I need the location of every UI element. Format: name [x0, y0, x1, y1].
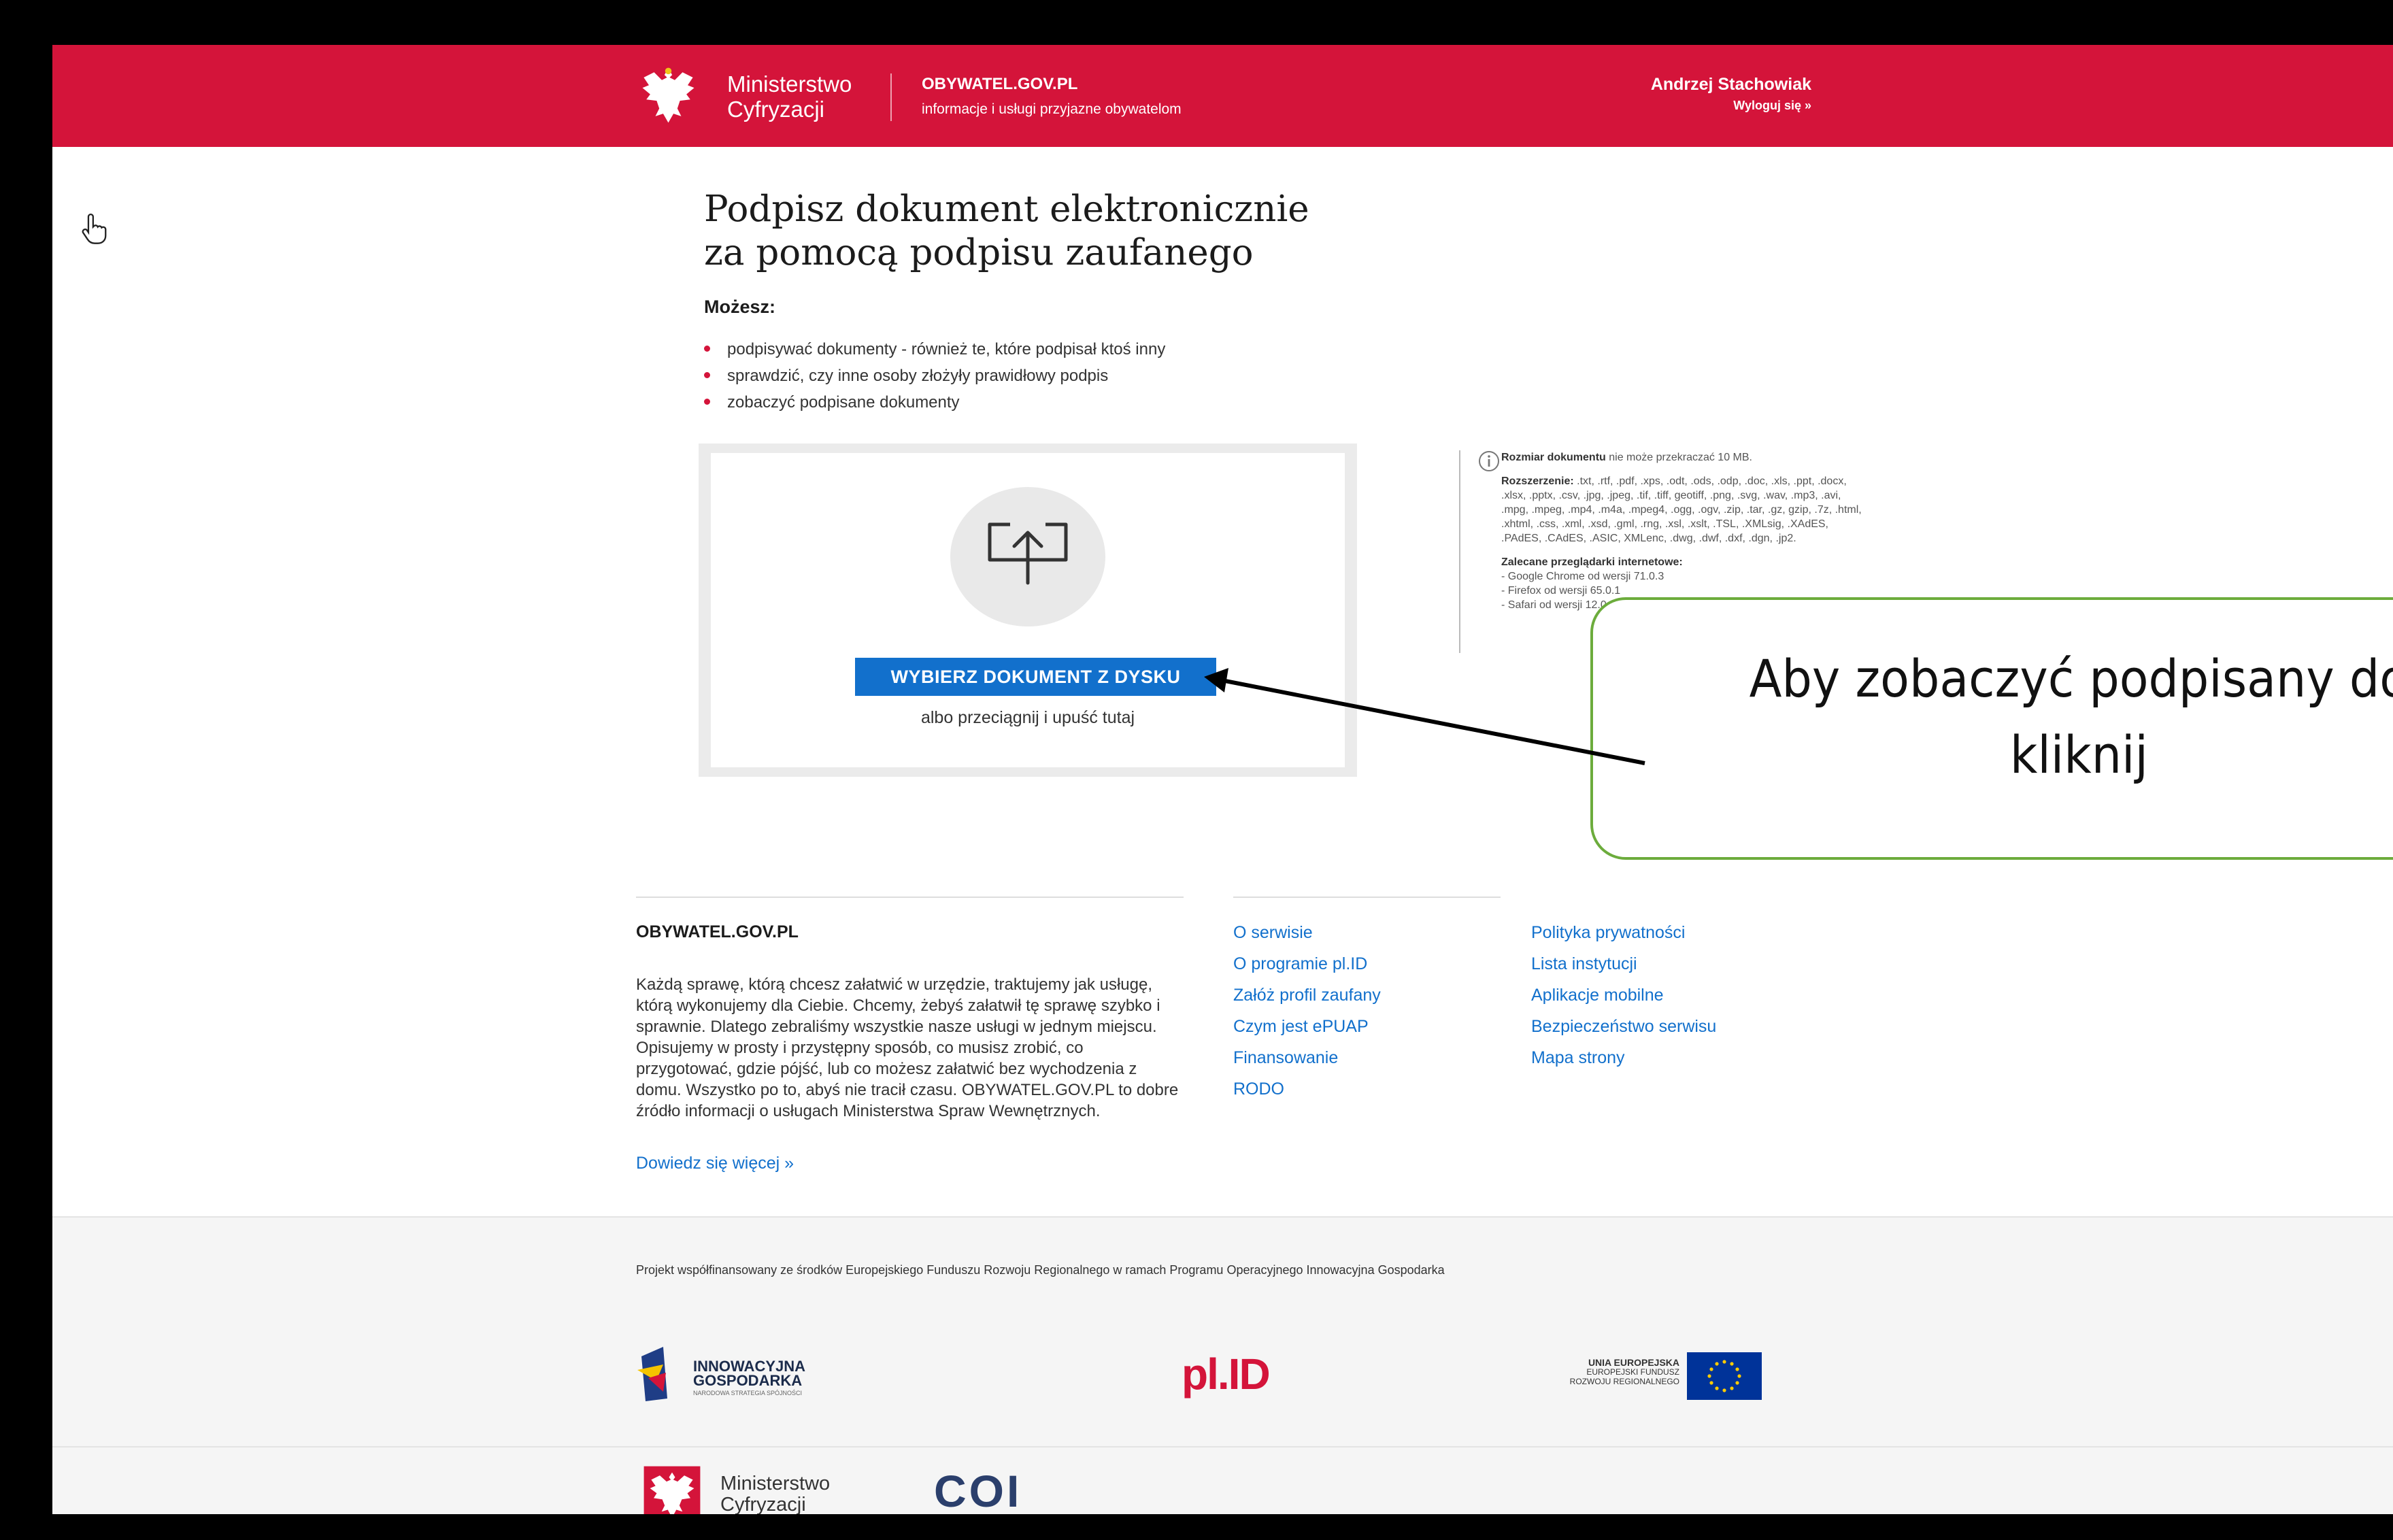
- callout-arrow: [1204, 668, 1645, 765]
